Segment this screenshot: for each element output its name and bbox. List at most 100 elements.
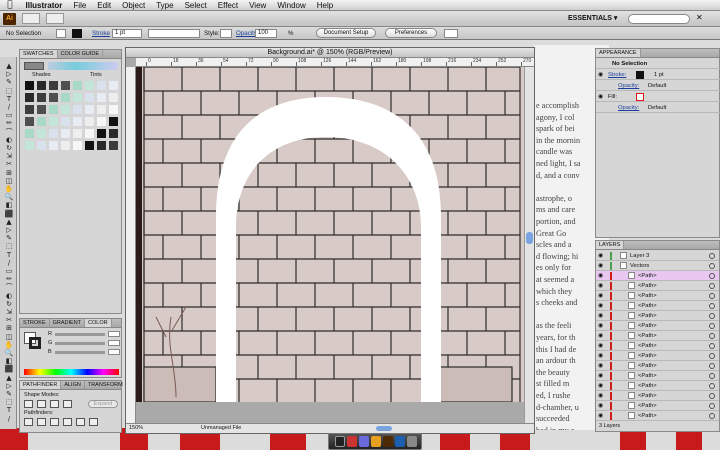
pathfinder-button[interactable]: [63, 418, 72, 426]
eye-icon[interactable]: ◉: [598, 273, 606, 279]
pathfinder-button[interactable]: [89, 418, 98, 426]
layer-name[interactable]: <Path>: [638, 301, 657, 311]
line-tool-icon[interactable]: ∕: [4, 415, 14, 423]
swatch-cell[interactable]: [36, 80, 47, 91]
path-row[interactable]: ◉ <Path>: [596, 321, 719, 331]
swatch-cell[interactable]: [72, 104, 83, 115]
layer-name[interactable]: <Path>: [638, 351, 657, 361]
expand-button[interactable]: Expand: [88, 400, 118, 408]
bridge-button[interactable]: [22, 13, 40, 24]
swatch-cell[interactable]: [84, 80, 95, 91]
graphic-style-swatch[interactable]: [220, 29, 232, 38]
draw-mode-tool-icon[interactable]: ⬛: [4, 366, 14, 373]
appearance-fill-row[interactable]: ◉ Fill:: [596, 92, 720, 102]
layer-name[interactable]: <Path>: [638, 281, 657, 291]
color-guide-grid[interactable]: [24, 80, 120, 152]
eye-icon[interactable]: ◉: [598, 263, 606, 269]
pencil-tool-icon[interactable]: ✏: [4, 276, 14, 283]
eye-icon[interactable]: ◉: [598, 313, 606, 319]
swatch-cell[interactable]: [72, 116, 83, 127]
search-input[interactable]: [628, 14, 690, 24]
close-icon[interactable]: ✕: [696, 13, 703, 22]
menu-view[interactable]: View: [244, 1, 272, 10]
swatch-cell[interactable]: [60, 116, 71, 127]
pathfinder-button[interactable]: [76, 418, 85, 426]
pen-tool-icon[interactable]: ✎: [4, 391, 14, 398]
type-tool-icon[interactable]: T: [4, 95, 14, 103]
swatch-cell[interactable]: [108, 80, 119, 91]
eye-icon[interactable]: ◉: [598, 94, 606, 100]
swatch-cell[interactable]: [24, 116, 35, 127]
eye-icon[interactable]: ◉: [598, 72, 606, 78]
swatch-cell[interactable]: [36, 104, 47, 115]
scroll-thumb[interactable]: [526, 232, 533, 244]
swatch-cell[interactable]: [108, 104, 119, 115]
layer-name[interactable]: <Path>: [638, 381, 657, 391]
arrange-options-icon[interactable]: [444, 29, 458, 38]
layer-name[interactable]: <Path>: [638, 331, 657, 341]
swatch-cell[interactable]: [84, 116, 95, 127]
pen-tool-icon[interactable]: ✎: [4, 79, 14, 86]
swatch-cell[interactable]: [36, 140, 47, 151]
eye-icon[interactable]: ◉: [598, 253, 606, 259]
scale-tool-icon[interactable]: ⇲: [4, 309, 14, 316]
swatch-cell[interactable]: [108, 128, 119, 139]
menu-effect[interactable]: Effect: [212, 1, 243, 10]
swatch-cell[interactable]: [96, 80, 107, 91]
layer-name[interactable]: <Path>: [638, 401, 657, 411]
lasso-tool-icon[interactable]: ⬚: [4, 87, 14, 95]
rectangle-tool-icon[interactable]: ▭: [4, 268, 14, 275]
menu-type[interactable]: Type: [151, 1, 179, 10]
stroke-color-box[interactable]: [29, 337, 41, 349]
path-row[interactable]: ◉ <Path>: [596, 331, 719, 341]
stroke-swatch[interactable]: [72, 29, 82, 38]
color-spectrum[interactable]: [24, 369, 119, 375]
hand-tool-icon[interactable]: ✋: [4, 341, 14, 349]
r-input[interactable]: [108, 331, 120, 337]
swatch-cell[interactable]: [48, 104, 59, 115]
eye-icon[interactable]: ◉: [598, 333, 606, 339]
target-icon[interactable]: [709, 323, 715, 329]
swatch-cell[interactable]: [48, 116, 59, 127]
menu-help[interactable]: Help: [311, 1, 338, 10]
target-icon[interactable]: [709, 403, 715, 409]
swatch-cell[interactable]: [60, 128, 71, 139]
swatch-cell[interactable]: [48, 92, 59, 103]
document-setup-button[interactable]: Document Setup: [316, 28, 376, 38]
eye-icon[interactable]: ◉: [598, 413, 606, 419]
artboard-canvas[interactable]: [136, 67, 530, 402]
h-scroll-thumb[interactable]: [376, 426, 392, 431]
screen-mode-tool-icon[interactable]: ◧: [4, 202, 14, 209]
r-slider[interactable]: [55, 333, 105, 336]
direct-selection-tool-icon[interactable]: ▷: [4, 382, 14, 390]
tab-pathfinder[interactable]: PATHFINDER: [20, 381, 62, 389]
dock-app-icon[interactable]: [395, 436, 405, 447]
vertical-scrollbar[interactable]: [524, 67, 534, 423]
target-icon[interactable]: [709, 393, 715, 399]
swatch-cell[interactable]: [108, 116, 119, 127]
swatch-cell[interactable]: [60, 104, 71, 115]
line-tool-icon[interactable]: ∕: [4, 104, 14, 111]
hand-tool-icon[interactable]: ✋: [4, 186, 14, 193]
path-row[interactable]: ◉ <Path>: [596, 361, 719, 371]
menu-edit[interactable]: Edit: [92, 1, 117, 10]
blend-tool-icon[interactable]: ◐: [4, 292, 14, 300]
selection-tool-icon[interactable]: ▲: [4, 63, 14, 70]
menu-select[interactable]: Select: [179, 1, 212, 10]
intersect-button[interactable]: [50, 400, 59, 408]
target-icon[interactable]: [709, 383, 715, 389]
gradient-tool-icon[interactable]: ◫: [4, 177, 14, 185]
rotate-tool-icon[interactable]: ↻: [4, 300, 14, 308]
dock-app-icon[interactable]: [347, 436, 357, 447]
layer-name[interactable]: <Path>: [638, 291, 657, 301]
target-icon[interactable]: [709, 263, 715, 269]
stroke-link[interactable]: Stroke: [92, 30, 110, 37]
eye-icon[interactable]: ◉: [598, 363, 606, 369]
swatch-cell[interactable]: [96, 104, 107, 115]
path-row[interactable]: ◉ <Path>: [596, 401, 719, 411]
target-icon[interactable]: [709, 363, 715, 369]
layer-name[interactable]: <Path>: [638, 341, 657, 351]
eye-icon[interactable]: ◉: [598, 383, 606, 389]
tab-color-guide[interactable]: COLOR GUIDE: [58, 50, 104, 58]
type-tool-icon[interactable]: T: [4, 407, 14, 414]
